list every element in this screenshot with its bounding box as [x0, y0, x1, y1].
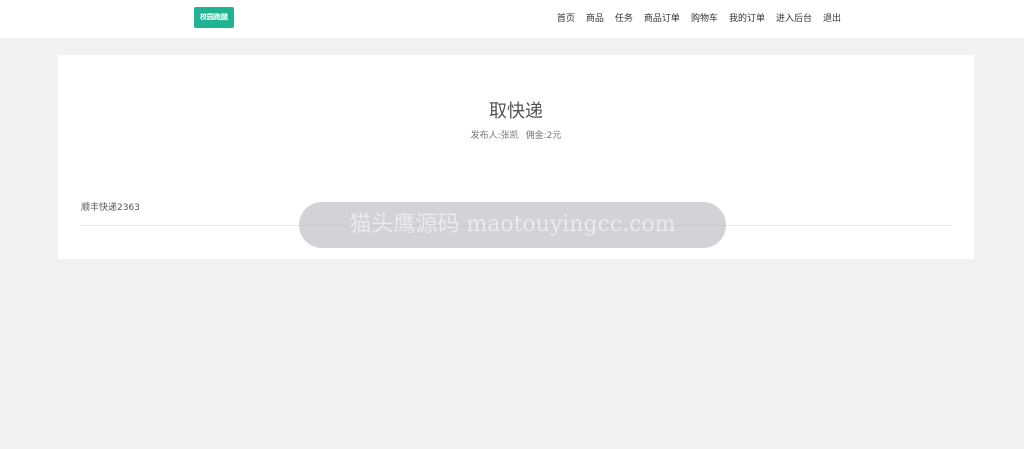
nav-link-home[interactable]: 首页 [557, 11, 575, 24]
nav-link-logout[interactable]: 退出 [823, 11, 841, 24]
nav-link-product-orders[interactable]: 商品订单 [644, 11, 680, 24]
task-content: 顺丰快递2363 [81, 203, 140, 213]
task-meta: 发布人:张凯 佣金:2元 [58, 130, 974, 142]
task-title: 取快递 [489, 101, 543, 122]
top-navbar: 校园跑腿 首页 商品 任务 商品订单 购物车 我的订单 进入后台 退出 [0, 0, 1024, 38]
nav-link-my-orders[interactable]: 我的订单 [729, 11, 765, 24]
nav-links: 首页 商品 任务 商品订单 购物车 我的订单 进入后台 退出 [546, 0, 841, 35]
task-commission: 佣金:2元 [525, 131, 562, 141]
watermark-overlay: 猫头鹰源码 maotouyingcc.com [299, 202, 726, 248]
nav-link-products[interactable]: 商品 [586, 11, 604, 24]
nav-link-cart[interactable]: 购物车 [691, 11, 718, 24]
nav-link-tasks[interactable]: 任务 [615, 11, 633, 24]
site-logo[interactable]: 校园跑腿 [194, 7, 234, 28]
nav-link-admin[interactable]: 进入后台 [776, 11, 812, 24]
task-publisher: 发布人:张凯 [470, 131, 519, 141]
